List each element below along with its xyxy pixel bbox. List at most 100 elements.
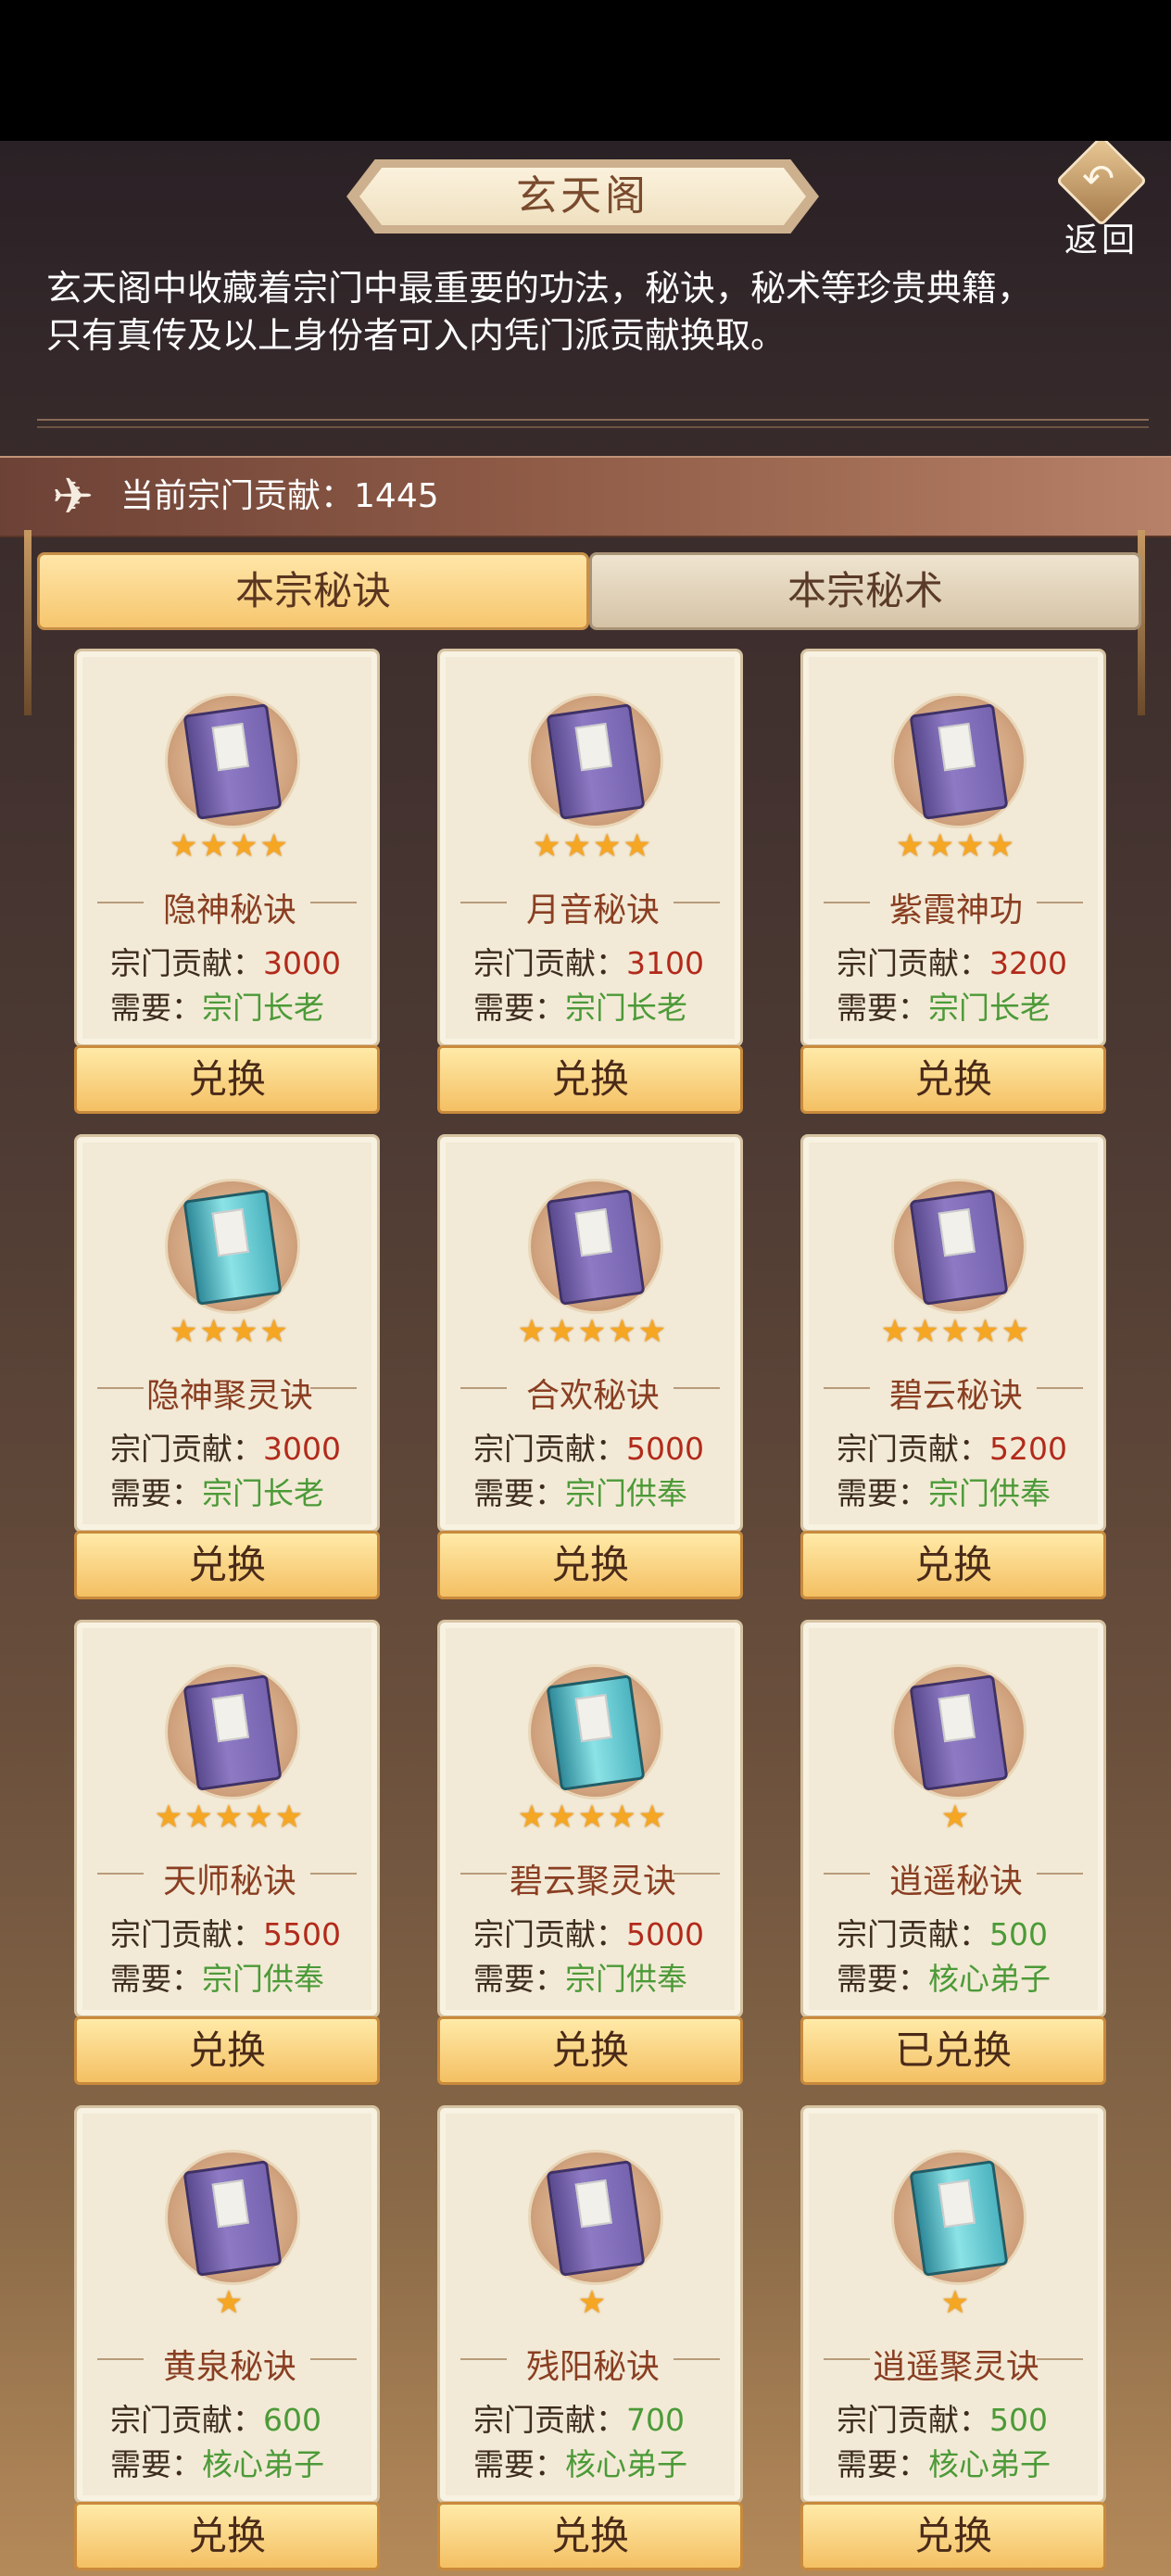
exchange-button[interactable]: 兑换 [437, 2016, 743, 2085]
cost-value: 5200 [989, 1431, 1067, 1467]
cost-label: 宗门贡献： [473, 1916, 626, 1952]
cost-value: 3200 [989, 945, 1067, 981]
cost-value: 5500 [263, 1916, 341, 1952]
item-medallion [891, 1664, 1026, 1799]
cost-line: 宗门贡献：3100 [473, 939, 704, 983]
card-body: ★★★★★ 碧云秘诀 宗门贡献：5200 需要：宗门供奉 [800, 1134, 1106, 1533]
requirement-label: 需要： [473, 1475, 565, 1511]
item-medallion [891, 2150, 1026, 2285]
exchange-button[interactable]: 兑换 [437, 1531, 743, 1599]
cost-line: 宗门贡献：3000 [110, 1424, 341, 1469]
requirement-label: 需要： [473, 990, 565, 1026]
exchange-button[interactable]: 兑换 [74, 1045, 380, 1114]
requirement-label: 需要： [110, 1961, 202, 1997]
cost-label: 宗门贡献： [110, 1916, 263, 1952]
tab-sect-secrets[interactable]: 本宗秘诀 [37, 552, 589, 630]
exchange-button[interactable]: 兑换 [800, 1045, 1106, 1114]
back-button[interactable]: ↶ 返回 [1038, 141, 1158, 261]
card-body: ★★★★ 月音秘诀 宗门贡献：3100 需要：宗门长老 [437, 649, 743, 1047]
requirement-line: 需要：宗门供奉 [473, 1954, 687, 1999]
item-medallion [528, 693, 663, 828]
back-arrow-icon: ↶ [1082, 156, 1115, 201]
status-bar [0, 0, 1171, 141]
item-card: ★★★★ 月音秘诀 宗门贡献：3100 需要：宗门长老 兑换 [437, 649, 743, 1114]
item-name: 月音秘诀 [525, 891, 660, 929]
cost-label: 宗门贡献： [473, 945, 626, 981]
name-ornament-right [674, 2358, 720, 2360]
book-label-icon [574, 1208, 612, 1257]
item-card: ★★★★★ 碧云秘诀 宗门贡献：5200 需要：宗门供奉 兑换 [800, 1134, 1106, 1599]
requirement-line: 需要：核心弟子 [473, 2440, 687, 2484]
exchange-button[interactable]: 兑换 [74, 2016, 380, 2085]
name-ornament-right [1037, 1873, 1083, 1875]
star-rating: ★★★★★ [517, 1799, 669, 1836]
requirement-value: 宗门长老 [565, 990, 687, 1026]
card-body: ★ 残阳秘诀 宗门贡献：700 需要：核心弟子 [437, 2105, 743, 2504]
cost-line: 宗门贡献：5000 [473, 1910, 704, 1954]
requirement-value: 核心弟子 [928, 1961, 1051, 1997]
cost-label: 宗门贡献： [473, 1431, 626, 1467]
item-medallion [165, 1179, 300, 1314]
requirement-label: 需要： [110, 2446, 202, 2482]
requirement-label: 需要： [473, 1961, 565, 1997]
requirement-value: 宗门长老 [202, 1475, 324, 1511]
card-body: ★★★★★ 天师秘诀 宗门贡献：5500 需要：宗门供奉 [74, 1620, 380, 2018]
name-ornament-right [1037, 902, 1083, 903]
requirement-line: 需要：宗门供奉 [110, 1954, 324, 1999]
book-label-icon [211, 723, 249, 772]
item-name: 紫霞神功 [888, 891, 1023, 929]
book-label-icon [574, 723, 612, 772]
item-card: ★ 逍遥聚灵诀 宗门贡献：500 需要：核心弟子 兑换 [800, 2105, 1106, 2570]
name-ornament-right [310, 1873, 357, 1875]
star-rating: ★ [940, 1799, 972, 1836]
cost-line: 宗门贡献：5500 [110, 1910, 341, 1954]
card-body: ★★★★ 紫霞神功 宗门贡献：3200 需要：宗门长老 [800, 649, 1106, 1047]
book-label-icon [211, 1208, 249, 1257]
secret-book-icon [909, 703, 1009, 820]
star-rating: ★★★★ [533, 827, 653, 865]
cost-line: 宗门贡献：5000 [473, 1424, 704, 1469]
tab-sect-arts[interactable]: 本宗秘术 [589, 552, 1141, 630]
exchange-button[interactable]: 兑换 [437, 1045, 743, 1114]
item-medallion [528, 1664, 663, 1799]
divider [37, 419, 1149, 428]
left-tassel-ornament [24, 530, 31, 715]
secret-book-icon [909, 1189, 1009, 1306]
requirement-label: 需要： [110, 990, 202, 1026]
exchange-button[interactable]: 已兑换 [800, 2016, 1106, 2085]
requirement-label: 需要： [837, 2446, 928, 2482]
item-card: ★★★★★ 天师秘诀 宗门贡献：5500 需要：宗门供奉 兑换 [74, 1620, 380, 2085]
item-card: ★ 黄泉秘诀 宗门贡献：600 需要：核心弟子 兑换 [74, 2105, 380, 2570]
requirement-label: 需要： [473, 2446, 565, 2482]
name-ornament-right [674, 1873, 720, 1875]
star-rating: ★ [577, 2284, 609, 2321]
exchange-button[interactable]: 兑换 [437, 2502, 743, 2570]
exchange-button[interactable]: 兑换 [800, 2502, 1106, 2570]
item-medallion [165, 2150, 300, 2285]
requirement-value: 宗门长老 [928, 990, 1051, 1026]
cost-line: 宗门贡献：3000 [110, 939, 341, 983]
cost-value: 500 [989, 2402, 1048, 2438]
tab-bar: 本宗秘诀 本宗秘术 [33, 552, 1141, 630]
item-card: ★ 逍遥秘诀 宗门贡献：500 需要：核心弟子 已兑换 [800, 1620, 1106, 2085]
cost-value: 3000 [263, 1431, 341, 1467]
secret-book-icon [183, 2160, 283, 2277]
card-body: ★ 黄泉秘诀 宗门贡献：600 需要：核心弟子 [74, 2105, 380, 2504]
star-rating: ★ [214, 2284, 246, 2321]
cost-line: 宗门贡献：600 [110, 2395, 321, 2440]
requirement-value: 宗门供奉 [565, 1475, 687, 1511]
item-card: ★★★★★ 碧云聚灵诀 宗门贡献：5000 需要：宗门供奉 兑换 [437, 1620, 743, 2085]
requirement-label: 需要： [837, 1475, 928, 1511]
cost-value: 600 [263, 2402, 321, 2438]
book-label-icon [938, 723, 976, 772]
item-name: 合欢秘诀 [525, 1377, 660, 1415]
requirement-line: 需要：核心弟子 [837, 1954, 1051, 1999]
exchange-button[interactable]: 兑换 [74, 1531, 380, 1599]
item-medallion [891, 693, 1026, 828]
cost-label: 宗门贡献： [110, 1431, 263, 1467]
exchange-button[interactable]: 兑换 [74, 2502, 380, 2570]
secret-book-icon [909, 1674, 1009, 1791]
requirement-line: 需要：核心弟子 [837, 2440, 1051, 2484]
exchange-button[interactable]: 兑换 [800, 1531, 1106, 1599]
contribution-text: 当前宗门贡献：1445 [120, 458, 439, 536]
